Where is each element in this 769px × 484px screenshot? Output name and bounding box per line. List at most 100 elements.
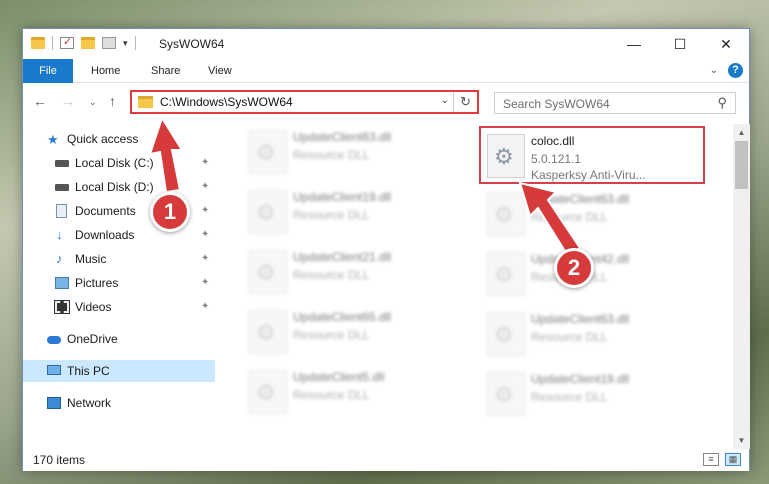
list-item[interactable]: UpdateClient19.dll Resource DLL: [481, 366, 707, 424]
file-name: UpdateClient63.dll: [531, 312, 630, 326]
scroll-down-icon[interactable]: ▼: [733, 432, 750, 449]
disk-icon: [55, 160, 69, 167]
sidebar-item-downloads[interactable]: ↓ Downloads ✦: [23, 224, 215, 246]
dll-file-icon: [249, 310, 287, 354]
vertical-scrollbar[interactable]: ▲ ▼: [733, 124, 750, 449]
sidebar-item-videos[interactable]: Videos ✦: [23, 296, 215, 318]
list-item[interactable]: UpdateClient5.dll Resource DLL: [243, 364, 469, 422]
minimize-button[interactable]: —: [611, 29, 657, 59]
list-item[interactable]: UpdateClient42.dll Resource DLL: [481, 246, 707, 304]
status-bar: 170 items ≡ ▦: [23, 449, 749, 471]
sidebar-item-quick-access[interactable]: ★ Quick access: [23, 128, 215, 150]
sidebar-item-local-disk-d[interactable]: Local Disk (D:) ✦: [23, 176, 215, 198]
recent-locations-button[interactable]: ⌄: [89, 97, 97, 108]
file-list: UpdateClient63.dll Resource DLL UpdateCl…: [219, 124, 733, 449]
pc-icon: [47, 365, 61, 375]
tab-home[interactable]: Home: [91, 59, 120, 83]
pin-icon[interactable]: ✦: [201, 152, 209, 174]
close-button[interactable]: ✕: [703, 29, 749, 59]
back-button[interactable]: ←: [33, 93, 47, 109]
search-box[interactable]: Search SysWOW64 ⚲: [494, 92, 736, 114]
toolbar-divider: [52, 36, 53, 50]
sidebar-item-label: This PC: [67, 364, 110, 378]
pin-icon[interactable]: ✦: [201, 296, 209, 318]
folder-icon[interactable]: [31, 37, 45, 49]
properties-check-icon[interactable]: [60, 35, 74, 49]
details-view-icon[interactable]: ≡: [703, 453, 719, 466]
address-dropdown-icon[interactable]: ⌄: [441, 95, 449, 106]
rename-icon[interactable]: [102, 37, 116, 49]
sidebar-item-pictures[interactable]: Pictures ✦: [23, 272, 215, 294]
file-name: UpdateClient63.dll: [293, 130, 392, 144]
file-name: UpdateClient19.dll: [293, 190, 392, 204]
scrollbar-thumb[interactable]: [735, 141, 748, 189]
new-folder-icon[interactable]: [81, 37, 95, 49]
refresh-button[interactable]: ↻: [453, 92, 477, 112]
title-bar: ▾ SysWOW64 — ☐ ✕: [23, 29, 749, 59]
list-item[interactable]: UpdateClient65.dll Resource DLL: [243, 304, 469, 362]
expand-ribbon-icon[interactable]: ⌄: [710, 65, 718, 76]
tab-view[interactable]: View: [208, 59, 232, 83]
sidebar-item-network[interactable]: Network: [23, 392, 215, 414]
list-item[interactable]: UpdateClient63.dll Resource DLL: [243, 124, 469, 182]
list-item[interactable]: UpdateClient21.dll Resource DLL: [243, 244, 469, 302]
large-icons-view-icon[interactable]: ▦: [725, 453, 741, 466]
sidebar-item-label: OneDrive: [67, 332, 118, 346]
music-icon: ♪: [56, 251, 63, 266]
file-type: Resource DLL: [293, 328, 370, 342]
address-path[interactable]: C:\Windows\SysWOW64: [160, 95, 293, 109]
pin-icon[interactable]: ✦: [201, 176, 209, 198]
list-item[interactable]: UpdateClient63.dll Resource DLL: [481, 306, 707, 364]
tab-share[interactable]: Share: [151, 59, 180, 83]
file-name: coloc.dll: [531, 134, 575, 148]
highlighted-file-coloc-dll[interactable]: coloc.dll 5.0.121.1 Kasperksy Anti-Viru.…: [479, 126, 705, 184]
pin-icon[interactable]: ✦: [201, 224, 209, 246]
sidebar-item-this-pc[interactable]: This PC: [23, 360, 215, 382]
chevron-down-icon[interactable]: ▾: [123, 38, 128, 49]
pin-icon[interactable]: ✦: [201, 200, 209, 222]
sidebar-item-local-disk-c[interactable]: Local Disk (C:) ✦: [23, 152, 215, 174]
sidebar-item-onedrive[interactable]: OneDrive: [23, 328, 215, 350]
sidebar-item-label: Downloads: [75, 228, 135, 242]
sidebar-item-label: Network: [67, 396, 112, 410]
dll-file-icon: [487, 134, 525, 178]
ribbon-right: ⌄ ?: [710, 63, 743, 78]
maximize-button[interactable]: ☐: [657, 29, 703, 59]
documents-icon: [56, 204, 67, 218]
address-bar[interactable]: C:\Windows\SysWOW64 ⌄ ↻: [130, 90, 479, 114]
file-name: UpdateClient63.dll: [531, 192, 630, 206]
dll-file-icon: [487, 312, 525, 356]
sidebar-item-label: Pictures: [75, 276, 119, 290]
dll-file-icon: [249, 130, 287, 174]
sidebar-item-label: Videos: [75, 300, 112, 314]
file-name: UpdateClient19.dll: [531, 372, 630, 386]
up-button[interactable]: ↑: [109, 93, 116, 109]
explorer-window: ▾ SysWOW64 — ☐ ✕ File Home Share View ⌄ …: [22, 28, 750, 471]
pin-icon[interactable]: ✦: [201, 248, 209, 270]
file-type: Resource DLL: [293, 388, 370, 402]
toolbar-divider: [134, 36, 136, 50]
navigation-bar: ← → ⌄ ↑ C:\Windows\SysWOW64 ⌄ ↻ Search S…: [23, 84, 749, 120]
search-placeholder[interactable]: Search SysWOW64: [503, 97, 610, 111]
list-item[interactable]: UpdateClient19.dll Resource DLL: [243, 184, 469, 242]
quick-access-toolbar: ▾: [31, 35, 136, 50]
search-icon[interactable]: ⚲: [717, 95, 727, 111]
scroll-up-icon[interactable]: ▲: [733, 124, 750, 141]
disk-icon: [55, 184, 69, 191]
list-item[interactable]: UpdateClient63.dll Resource DLL: [481, 186, 707, 244]
dll-file-icon: [487, 252, 525, 296]
folder-icon: [138, 96, 153, 108]
sidebar-item-label: Local Disk (D:): [75, 180, 154, 194]
file-version: 5.0.121.1: [531, 152, 582, 166]
onedrive-icon: [47, 336, 61, 344]
dll-file-icon: [487, 372, 525, 416]
pin-icon[interactable]: ✦: [201, 272, 209, 294]
sidebar-item-music[interactable]: ♪ Music ✦: [23, 248, 215, 270]
window-title: SysWOW64: [159, 37, 225, 51]
view-toggles: ≡ ▦: [703, 453, 741, 466]
tab-file[interactable]: File: [23, 59, 73, 83]
help-icon[interactable]: ?: [728, 63, 743, 78]
ribbon: File Home Share View ⌄ ?: [23, 59, 749, 83]
forward-button[interactable]: →: [61, 93, 75, 109]
file-name: UpdateClient5.dll: [293, 370, 385, 384]
